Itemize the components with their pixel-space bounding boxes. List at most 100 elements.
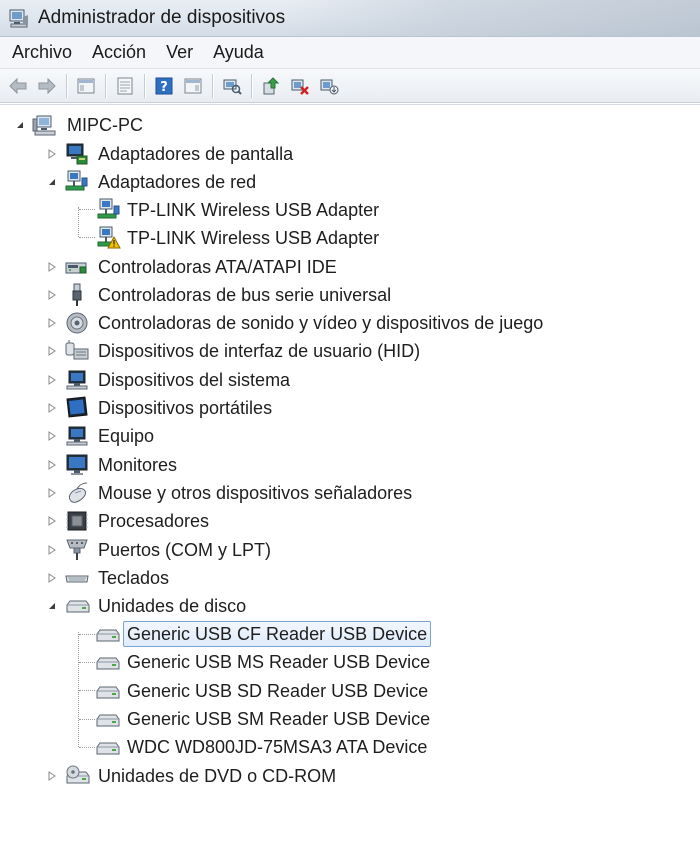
update-driver-icon[interactable] <box>259 74 283 98</box>
tree-node-label: Generic USB MS Reader USB Device <box>127 652 431 672</box>
help-icon[interactable]: ? <box>152 74 176 98</box>
dvd-icon <box>65 764 90 788</box>
expand-arrow-icon[interactable] <box>46 770 58 782</box>
menu-ayuda[interactable]: Ayuda <box>202 42 273 63</box>
tree-node[interactable]: Controladoras de bus serie universal <box>0 281 700 309</box>
tree-node-label: Adaptadores de red <box>98 172 257 192</box>
tree-node[interactable]: Unidades de disco <box>0 592 700 620</box>
tree-node[interactable]: Controladoras de sonido y vídeo y dispos… <box>0 309 700 337</box>
forward-icon[interactable] <box>35 74 59 98</box>
disk-drive-icon <box>95 708 120 732</box>
disk-drive-icon <box>95 736 120 760</box>
device-manager-icon <box>8 7 30 29</box>
tree-node-label: Generic USB SM Reader USB Device <box>127 709 431 729</box>
expand-arrow-icon[interactable] <box>46 430 58 442</box>
show-hide-icon[interactable] <box>181 74 205 98</box>
tree-node-label: TP-LINK Wireless USB Adapter <box>127 228 380 248</box>
menu-accion[interactable]: Acción <box>81 42 155 63</box>
collapse-arrow-icon[interactable] <box>46 176 58 188</box>
tree-root-label: MIPC-PC <box>67 115 143 135</box>
tree-node-label: Dispositivos del sistema <box>98 370 291 390</box>
tree-node[interactable]: Generic USB SD Reader USB Device <box>0 677 700 705</box>
tree-root[interactable]: MIPC-PC <box>0 111 700 139</box>
tree-node[interactable]: Unidades de DVD o CD-ROM <box>0 762 700 790</box>
tree-node[interactable]: Adaptadores de pantalla <box>0 140 700 168</box>
tree-node-label: Controladoras ATA/ATAPI IDE <box>98 257 337 277</box>
collapse-arrow-icon[interactable] <box>46 600 58 612</box>
tree-node[interactable]: Teclados <box>0 564 700 592</box>
tree-node-label: Generic USB CF Reader USB Device <box>123 621 432 647</box>
expand-arrow-icon[interactable] <box>46 148 58 160</box>
tree-node[interactable]: WDC WD800JD-75MSA3 ATA Device <box>0 733 700 761</box>
disk-drive-icon <box>95 680 120 704</box>
expand-arrow-icon[interactable] <box>46 515 58 527</box>
tree-node-label: Teclados <box>98 568 170 588</box>
ide-controller-icon <box>65 255 89 279</box>
title-bar-background <box>280 0 700 36</box>
tree-node[interactable]: Generic USB MS Reader USB Device <box>0 648 700 676</box>
tree-node-label: Procesadores <box>98 511 210 531</box>
menu-bar: Archivo Acción Ver Ayuda <box>0 37 700 69</box>
properties-icon[interactable] <box>113 74 137 98</box>
expand-arrow-icon[interactable] <box>46 261 58 273</box>
keyboard-icon <box>65 566 89 590</box>
window-title: Administrador de dispositivos <box>38 7 286 28</box>
toolbar: ? <box>0 69 700 103</box>
port-icon <box>65 538 89 562</box>
display-adapter-icon <box>65 142 89 166</box>
expand-arrow-icon[interactable] <box>46 289 58 301</box>
tree-node[interactable]: Controladoras ATA/ATAPI IDE <box>0 253 700 281</box>
expand-arrow-icon[interactable] <box>46 544 58 556</box>
svg-text:?: ? <box>160 80 168 95</box>
expand-arrow-icon[interactable] <box>46 374 58 386</box>
tree-node[interactable]: TP-LINK Wireless USB Adapter <box>0 196 700 224</box>
tree-node-label: Controladoras de bus serie universal <box>98 285 392 305</box>
toolbar-separator <box>66 73 68 98</box>
toolbar-separator <box>144 73 146 98</box>
tree-node-selected[interactable]: Generic USB CF Reader USB Device <box>0 620 700 648</box>
tree-node-label: Monitores <box>98 455 178 475</box>
tree-node[interactable]: Generic USB SM Reader USB Device <box>0 705 700 733</box>
tree-node[interactable]: Monitores <box>0 451 700 479</box>
title-bar[interactable]: Administrador de dispositivos <box>0 0 700 37</box>
back-icon[interactable] <box>6 74 30 98</box>
toolbar-separator <box>251 73 253 98</box>
disk-drive-icon <box>95 651 120 675</box>
portable-device-icon <box>65 396 89 420</box>
up-icon[interactable] <box>74 74 98 98</box>
tree-node-label: Equipo <box>98 426 155 446</box>
expand-arrow-icon[interactable] <box>46 487 58 499</box>
expand-arrow-icon[interactable] <box>46 402 58 414</box>
tree-node[interactable]: Puertos (COM y LPT) <box>0 536 700 564</box>
tree-node[interactable]: Adaptadores de red <box>0 168 700 196</box>
tree-node[interactable]: Dispositivos portátiles <box>0 394 700 422</box>
tree-node[interactable]: Procesadores <box>0 507 700 535</box>
tree-node-label: Dispositivos de interfaz de usuario (HID… <box>98 341 421 361</box>
tree-node[interactable]: Dispositivos del sistema <box>0 366 700 394</box>
tree-node[interactable]: Dispositivos de interfaz de usuario (HID… <box>0 337 700 365</box>
mouse-icon <box>65 481 89 505</box>
tree-node[interactable]: TP-LINK Wireless USB Adapter <box>0 224 700 252</box>
disable-icon[interactable] <box>317 74 341 98</box>
expand-arrow-icon[interactable] <box>46 317 58 329</box>
expand-arrow-icon[interactable] <box>46 572 58 584</box>
computer-icon <box>32 113 56 137</box>
tree-node-label: Generic USB SD Reader USB Device <box>127 681 429 701</box>
uninstall-icon[interactable] <box>288 74 312 98</box>
expand-arrow-icon[interactable] <box>46 459 58 471</box>
tree-node[interactable]: Equipo <box>0 422 700 450</box>
tree-node-label: Unidades de DVD o CD-ROM <box>98 766 337 786</box>
tree-node-label: Mouse y otros dispositivos señaladores <box>98 483 413 503</box>
sound-icon <box>65 311 89 335</box>
collapse-arrow-icon[interactable] <box>14 119 26 131</box>
expand-arrow-icon[interactable] <box>46 345 58 357</box>
menu-archivo[interactable]: Archivo <box>0 42 81 63</box>
tree-node[interactable]: Mouse y otros dispositivos señaladores <box>0 479 700 507</box>
system-device-icon <box>65 368 89 392</box>
hid-icon <box>65 339 89 363</box>
device-tree[interactable]: MIPC-PC Adaptadores de pantalla Adaptado… <box>0 104 700 846</box>
menu-ver[interactable]: Ver <box>155 42 202 63</box>
disk-drive-icon <box>65 594 90 618</box>
tree-node-label: Controladoras de sonido y vídeo y dispos… <box>98 313 544 333</box>
scan-hardware-icon[interactable] <box>220 74 244 98</box>
